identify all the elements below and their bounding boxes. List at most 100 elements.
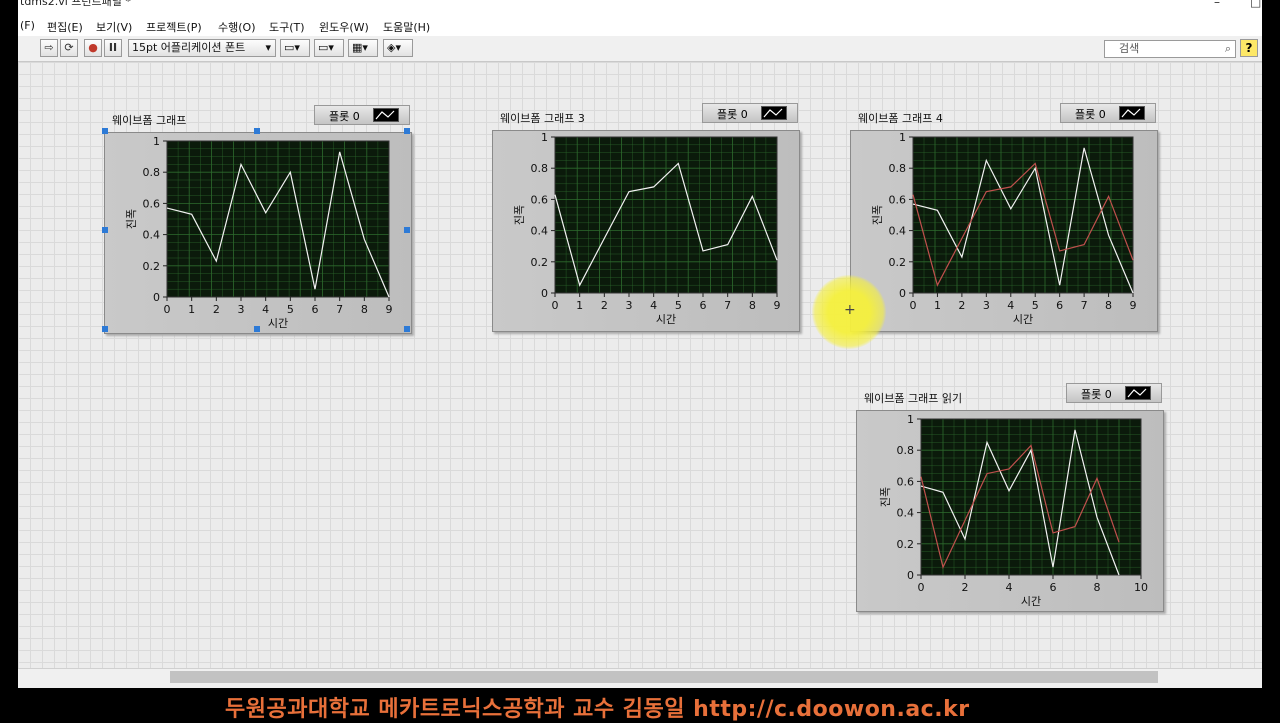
graph-frame: 0 0.2 0.4 0.6 0.8 1 0 1 2 3 4 5 6 7 8 9 시간 진폭 <box>850 130 1158 332</box>
distribute-icon: ▭▾ <box>318 41 334 54</box>
scrollbar-thumb[interactable] <box>170 671 1158 683</box>
y-axis-label: 진폭 <box>513 205 526 225</box>
y-tick-label: 0.4 <box>889 225 907 238</box>
x-tick-label: 4 <box>650 299 657 312</box>
y-tick-label: 0.4 <box>897 507 915 520</box>
x-tick-label: 7 <box>1081 299 1088 312</box>
graph-frame: 0 0.2 0.4 0.6 0.8 1 0 1 2 3 4 5 6 7 8 9 시간 진폭 <box>104 132 412 334</box>
x-tick-label: 2 <box>601 299 608 312</box>
x-tick-label: 6 <box>1056 299 1063 312</box>
menu-window[interactable]: 윈도우(W) <box>319 19 369 35</box>
x-tick-label: 9 <box>386 303 393 316</box>
pause-button[interactable]: II <box>104 39 122 57</box>
title-bar: tdms2.vi 프런트패널 * – □ <box>18 0 1262 16</box>
x-tick-label: 5 <box>1032 299 1039 312</box>
context-help-button[interactable]: ? <box>1240 39 1258 57</box>
waveform-graph-4[interactable]: 웨이브폼 그래프 4 플롯 0 0 0.2 0.4 0.6 0.8 1 0 1 2 3 4 5 6 7 8 9… <box>850 102 1160 332</box>
line-style-icon <box>373 108 399 122</box>
plot-legend[interactable]: 플롯 0 <box>1060 103 1156 123</box>
align-icon: ▭▾ <box>284 41 300 54</box>
x-tick-label: 10 <box>1134 581 1148 594</box>
menu-project[interactable]: 프로젝트(P) <box>146 19 202 35</box>
line-style-icon <box>761 106 787 120</box>
resize-objects-dropdown[interactable]: ▦▾ <box>348 39 378 57</box>
x-tick-label: 0 <box>910 299 917 312</box>
window-title: tdms2.vi 프런트패널 * <box>20 0 131 8</box>
menu-tools[interactable]: 도구(T) <box>269 19 305 35</box>
run-button[interactable]: ⇨ <box>40 39 58 57</box>
y-tick-label: 1 <box>899 131 906 144</box>
y-tick-label: 0.8 <box>897 444 915 457</box>
run-continuously-button[interactable]: ⟳ <box>60 39 78 57</box>
distribute-objects-dropdown[interactable]: ▭▾ <box>314 39 344 57</box>
menu-view[interactable]: 보기(V) <box>96 19 132 35</box>
reorder-icon: ◈▾ <box>387 41 401 54</box>
x-tick-label: 3 <box>626 299 633 312</box>
horizontal-scrollbar[interactable] <box>18 668 1262 685</box>
reorder-dropdown[interactable]: ◈▾ <box>383 39 413 57</box>
x-tick-label: 7 <box>336 303 343 316</box>
selection-handle[interactable] <box>404 326 410 332</box>
waveform-graph-3[interactable]: 웨이브폼 그래프 3 플롯 0 0 0.2 0.4 0.6 0.8 1 0 1 2 3 4 5 6 7 8 9… <box>492 102 802 332</box>
screen: tdms2.vi 프런트패널 * – □ (F) 편집(E) 보기(V) 프로젝… <box>0 0 1280 722</box>
minimize-button[interactable]: – <box>1214 0 1220 8</box>
font-dropdown-value: 15pt 어플리케이션 폰트 <box>132 41 246 54</box>
y-tick-label: 0.2 <box>889 256 907 269</box>
x-tick-label: 9 <box>1130 299 1137 312</box>
x-axis-label: 시간 <box>268 317 288 330</box>
footer-caption: 두원공과대학교 메카트로닉스공학과 교수 김동일 http://c.doowon… <box>225 697 970 722</box>
y-axis-label: 진폭 <box>871 205 884 225</box>
align-objects-dropdown[interactable]: ▭▾ <box>280 39 310 57</box>
plot-area[interactable]: 00.20.40.60.810 2 4 6 8 10시간진폭 <box>857 411 1165 613</box>
x-tick-label: 9 <box>774 299 781 312</box>
font-dropdown[interactable]: 15pt 어플리케이션 폰트 ▾ <box>128 39 276 57</box>
waveform-glyph <box>1127 388 1147 398</box>
y-tick-label: 1 <box>153 135 160 148</box>
search-input[interactable]: 검색 ⌕ <box>1104 40 1236 58</box>
y-tick-label: 0.4 <box>531 225 549 238</box>
abort-button[interactable]: ● <box>84 39 102 57</box>
graph-label: 웨이브폼 그래프 4 <box>858 112 943 125</box>
menu-edit[interactable]: 편집(E) <box>47 19 83 35</box>
selection-handle[interactable] <box>254 128 260 134</box>
x-tick-label: 4 <box>262 303 269 316</box>
legend-label: 플롯 0 <box>329 110 360 123</box>
search-icon[interactable]: ⌕ <box>1225 41 1231 57</box>
selection-handle[interactable] <box>404 227 410 233</box>
plot-area[interactable]: 0 0.2 0.4 0.6 0.8 1 0 1 2 3 4 5 6 7 8 9 시간 진폭 <box>493 131 801 333</box>
plot-area[interactable]: 0 0.2 0.4 0.6 0.8 1 0 1 2 3 4 5 6 7 8 9 시간 진폭 <box>851 131 1159 333</box>
front-panel-canvas[interactable]: 웨이브폼 그래프 플롯 0 0 0.2 0.4 0.6 0.8 1 0 1 2 3 4 5 6 7 8 9 시간… <box>18 62 1262 668</box>
plot-legend[interactable]: 플롯 0 <box>1066 383 1162 403</box>
x-tick-label: 3 <box>238 303 245 316</box>
selection-handle[interactable] <box>254 326 260 332</box>
plot-area[interactable]: 0 0.2 0.4 0.6 0.8 1 0 1 2 3 4 5 6 7 8 9 시간 진폭 <box>105 133 413 335</box>
labview-front-panel-window: tdms2.vi 프런트패널 * – □ (F) 편집(E) 보기(V) 프로젝… <box>18 0 1262 688</box>
maximize-button[interactable]: □ <box>1250 0 1261 8</box>
plot-legend[interactable]: 플롯 0 <box>314 105 410 125</box>
menu-operate[interactable]: 수행(O) <box>218 19 255 35</box>
x-tick-label: 1 <box>934 299 941 312</box>
menu-file[interactable]: (F) <box>20 19 35 32</box>
x-axis-label: 시간 <box>1021 595 1041 608</box>
y-tick-label: 0.6 <box>531 193 549 206</box>
x-tick-label: 6 <box>700 299 707 312</box>
x-tick-label: 2 <box>958 299 965 312</box>
menu-help[interactable]: 도움말(H) <box>383 19 430 35</box>
plot-legend[interactable]: 플롯 0 <box>702 103 798 123</box>
x-tick-label: 8 <box>1094 581 1101 594</box>
selection-handle[interactable] <box>404 128 410 134</box>
x-axis-label: 시간 <box>656 313 676 326</box>
graph-label: 웨이브폼 그래프 <box>112 114 187 127</box>
x-axis-label: 시간 <box>1013 313 1033 326</box>
y-tick-label: 0.8 <box>143 166 161 179</box>
search-placeholder: 검색 <box>1119 42 1140 55</box>
menu-bar: (F) 편집(E) 보기(V) 프로젝트(P) 수행(O) 도구(T) 윈도우(… <box>18 16 1262 36</box>
selection-handle[interactable] <box>102 326 108 332</box>
x-tick-label: 4 <box>1007 299 1014 312</box>
y-tick-label: 0.6 <box>889 193 907 206</box>
selection-handle[interactable] <box>102 227 108 233</box>
y-tick-label: 0 <box>907 569 914 582</box>
waveform-graph-1[interactable]: 웨이브폼 그래프 플롯 0 0 0.2 0.4 0.6 0.8 1 0 1 2 3 4 5 6 7 8 9 시간… <box>104 104 414 334</box>
selection-handle[interactable] <box>102 128 108 134</box>
waveform-graph-read[interactable]: 웨이브폼 그래프 읽기 플롯 0 0 0.2 0.4 0.6 0.8 1 0 2 4 6 8 10 시간… <box>856 382 1166 612</box>
